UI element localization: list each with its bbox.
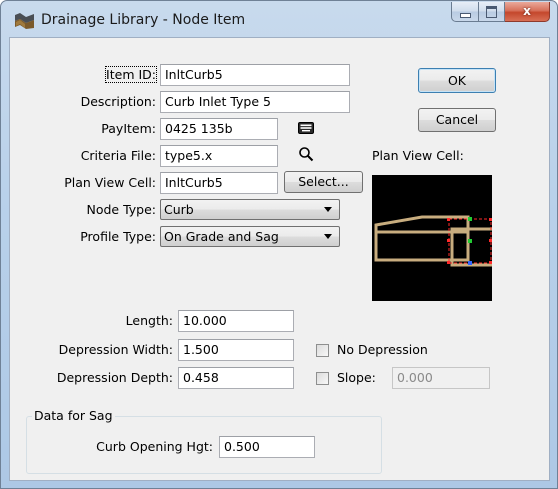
profile-type-value: On Grade and Sag [164,229,279,244]
length-label: Length: [125,313,173,328]
plan-view-cell-label: Plan View Cell: [64,175,156,190]
data-for-sag-title: Data for Sag [32,408,115,424]
no-depression-label[interactable]: No Depression [337,342,428,358]
keyboard-icon[interactable] [298,122,314,134]
plan-view-preview-label: Plan View Cell: [372,148,464,163]
dialog-window: Drainage Library - Node Item x Item ID: … [0,0,558,489]
cancel-button[interactable]: Cancel [418,108,496,132]
title-bar[interactable]: Drainage Library - Node Item x [1,1,557,37]
ok-button[interactable]: OK [418,68,496,93]
slope-field: 0.000 [392,367,490,389]
slope-label[interactable]: Slope: [337,370,376,386]
chevron-down-icon [324,234,332,239]
plan-view-cell-preview [372,175,492,301]
close-button[interactable]: x [505,2,550,22]
depression-width-field[interactable]: 1.500 [178,339,294,361]
minimize-button[interactable] [451,2,479,22]
caption-buttons: x [451,2,550,22]
maximize-button[interactable] [479,2,505,22]
profile-type-label: Profile Type: [80,229,156,244]
chevron-down-icon [324,207,332,212]
node-type-label: Node Type: [86,202,156,217]
node-type-dropdown[interactable]: Curb [160,199,340,220]
depression-depth-label: Depression Depth: [56,370,173,385]
pay-item-field[interactable]: 0425 135b [160,118,278,140]
drainage-library-icon [15,13,34,29]
curb-opening-hgt-field[interactable]: 0.500 [219,436,315,458]
criteria-file-field[interactable]: type5.x [160,145,278,167]
description-label: Description: [80,94,156,109]
slope-checkbox[interactable] [316,372,329,385]
length-field[interactable]: 10.000 [178,310,294,332]
window-title: Drainage Library - Node Item [41,12,246,28]
close-icon: x [523,4,531,18]
item-id-label: Item ID: [105,66,157,83]
no-depression-checkbox[interactable] [316,344,329,357]
criteria-file-label: Criteria File: [80,148,156,163]
description-field[interactable]: Curb Inlet Type 5 [160,91,350,113]
minimize-icon [460,13,471,18]
item-id-field[interactable]: InltCurb5 [160,64,350,86]
curb-opening-hgt-label: Curb Opening Hgt: [96,439,213,454]
node-type-value: Curb [164,202,194,217]
dialog-client-area: Item ID: InltCurb5 Description: Curb Inl… [9,37,550,481]
profile-type-dropdown[interactable]: On Grade and Sag [160,226,340,247]
pay-item-label: PayItem: [101,121,156,136]
search-icon[interactable] [298,146,314,162]
depression-depth-field[interactable]: 0.458 [178,367,294,389]
select-cell-button[interactable]: Select... [284,171,363,193]
depression-width-label: Depression Width: [58,342,173,357]
plan-view-cell-field[interactable]: InltCurb5 [160,172,278,194]
maximize-icon [486,6,497,18]
